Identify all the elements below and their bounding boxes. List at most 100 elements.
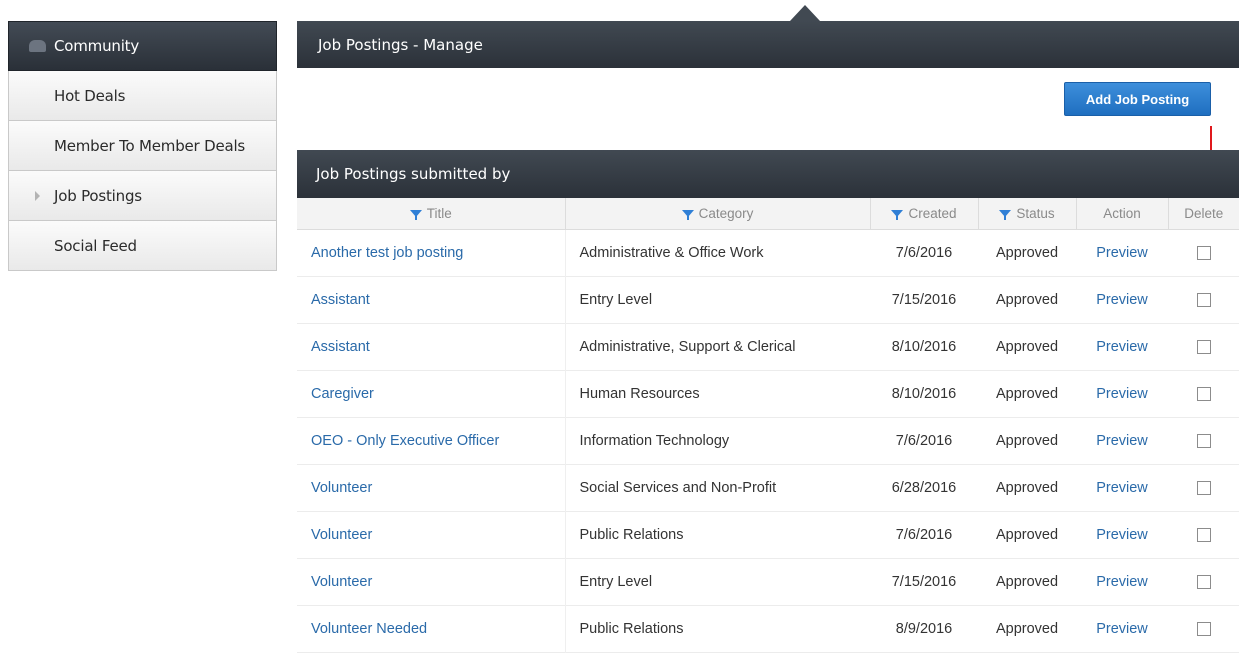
column-header-title[interactable]: Title [297, 198, 566, 230]
cell-title: Assistant [297, 276, 566, 324]
cell-action: Preview [1076, 559, 1168, 606]
cell-title: Volunteer [297, 558, 566, 606]
job-title-link[interactable]: Volunteer [311, 527, 372, 543]
column-header-delete: Delete [1168, 198, 1239, 230]
preview-link[interactable]: Preview [1096, 527, 1148, 543]
job-title-link[interactable]: Assistant [311, 292, 370, 308]
table-row: Volunteer Public Relations 7/6/2016 Approve… [297, 511, 1239, 559]
cell-created: 7/15/2016 [891, 574, 957, 590]
panel-title: Job Postings submitted by [316, 165, 511, 183]
preview-link[interactable]: Preview [1096, 292, 1148, 308]
preview-link[interactable]: Preview [1096, 574, 1148, 590]
table-row: Volunteer Social Services and Non-Profit 6… [297, 464, 1239, 512]
cell-action: Preview [1076, 371, 1168, 418]
filter-icon[interactable] [409, 210, 422, 220]
preview-link[interactable]: Preview [1096, 621, 1148, 637]
cell-delete [1168, 606, 1239, 653]
filter-icon[interactable] [681, 210, 694, 220]
cell-status: Approved [995, 245, 1059, 261]
delete-checkbox[interactable] [1196, 246, 1211, 261]
cell-created: 8/10/2016 [891, 386, 957, 402]
cell-category: Entry Level [579, 574, 653, 590]
cell-category: Entry Level [579, 292, 653, 308]
cell-category: Human Resources [579, 386, 700, 402]
cell-delete [1168, 230, 1239, 277]
cell-status: Approved [995, 386, 1059, 402]
table-row: Caregiver Human Resources 8/10/2016 Approve… [297, 370, 1239, 418]
cell-category: Administrative & Office Work [579, 245, 764, 261]
cell-created: 8/9/2016 [895, 621, 953, 637]
cell-action: Preview [1076, 230, 1168, 277]
filter-icon[interactable] [999, 210, 1012, 220]
cell-category: Public Relations [579, 527, 684, 543]
sidebar-item-social-feed[interactable]: Social Feed [8, 221, 277, 271]
preview-link[interactable]: Preview [1096, 433, 1148, 449]
cell-status: Approved [995, 433, 1059, 449]
delete-checkbox[interactable] [1196, 434, 1211, 449]
preview-link[interactable]: Preview [1096, 245, 1148, 261]
cell-created: 7/15/2016 [891, 292, 957, 308]
delete-checkbox[interactable] [1196, 340, 1211, 355]
delete-checkbox[interactable] [1196, 387, 1211, 402]
cell-status: Approved [995, 527, 1059, 543]
job-title-link[interactable]: Another test job posting [311, 245, 463, 261]
job-title-link[interactable]: Caregiver [311, 386, 374, 402]
delete-checkbox[interactable] [1196, 293, 1211, 308]
cell-delete [1168, 371, 1239, 418]
job-title-link[interactable]: Assistant [311, 339, 370, 355]
sidebar-item-hot-deals[interactable]: Hot Deals [8, 71, 277, 121]
cell-status: Approved [995, 621, 1059, 637]
cell-action: Preview [1076, 324, 1168, 371]
community-icon [29, 40, 46, 52]
sidebar-item-label: Job Postings [54, 186, 142, 205]
panel-header: Job Postings submitted by [297, 150, 1239, 198]
cell-created: 7/6/2016 [895, 245, 953, 261]
job-title-link[interactable]: OEO - Only Executive Officer [311, 433, 499, 449]
sidebar-item-member-deals[interactable]: Member To Member Deals [8, 121, 277, 171]
sidebar-item-label: Community [54, 37, 140, 55]
job-title-link[interactable]: Volunteer [311, 480, 372, 496]
delete-checkbox[interactable] [1196, 575, 1211, 590]
delete-checkbox[interactable] [1196, 481, 1211, 496]
cell-delete [1168, 512, 1239, 559]
cell-delete [1168, 559, 1239, 606]
cell-status: Approved [995, 574, 1059, 590]
page-title: Job Postings - Manage [318, 35, 483, 54]
cell-created: 8/10/2016 [891, 339, 957, 355]
job-title-link[interactable]: Volunteer Needed [311, 621, 427, 637]
table-body: Another test job posting Administrative &… [297, 229, 1239, 653]
cell-created: 6/28/2016 [891, 480, 957, 496]
filter-icon[interactable] [891, 210, 904, 220]
column-header-status[interactable]: Status [978, 198, 1077, 230]
cell-status: Approved [995, 339, 1059, 355]
cell-action: Preview [1076, 465, 1168, 512]
cell-action: Preview [1076, 277, 1168, 324]
header-notch [790, 5, 820, 21]
job-postings-table: Title Category Created Status Action Del… [297, 198, 1239, 653]
sidebar-item-job-postings[interactable]: Job Postings [8, 171, 277, 221]
column-header-created[interactable]: Created [870, 198, 979, 230]
delete-checkbox[interactable] [1196, 622, 1211, 637]
table-row: Assistant Entry Level 7/15/2016 Approved Pre… [297, 276, 1239, 324]
table-row: Assistant Administrative, Support & Cleri… [297, 323, 1239, 371]
preview-link[interactable]: Preview [1096, 480, 1148, 496]
job-title-link[interactable]: Volunteer [311, 574, 372, 590]
sidebar-item-label: Member To Member Deals [54, 136, 246, 155]
add-job-posting-button[interactable]: Add Job Posting [1064, 82, 1211, 116]
cell-title: Caregiver [297, 370, 566, 418]
table-row: Volunteer Entry Level 7/15/2016 Approved Pre… [297, 558, 1239, 606]
sidebar-item-label: Social Feed [54, 236, 137, 255]
cell-title: Volunteer Needed [297, 605, 566, 653]
cell-category: Social Services and Non-Profit [579, 480, 777, 496]
preview-link[interactable]: Preview [1096, 386, 1148, 402]
cell-title: Volunteer [297, 464, 566, 512]
delete-checkbox[interactable] [1196, 528, 1211, 543]
cell-action: Preview [1076, 512, 1168, 559]
column-header-action: Action [1076, 198, 1169, 230]
cell-delete [1168, 465, 1239, 512]
page-root: Community Hot Deals Member To Member Dea… [0, 0, 1239, 662]
cell-title: Another test job posting [297, 229, 566, 277]
column-header-category[interactable]: Category [565, 198, 871, 230]
sidebar-item-community[interactable]: Community [8, 21, 277, 71]
preview-link[interactable]: Preview [1096, 339, 1148, 355]
